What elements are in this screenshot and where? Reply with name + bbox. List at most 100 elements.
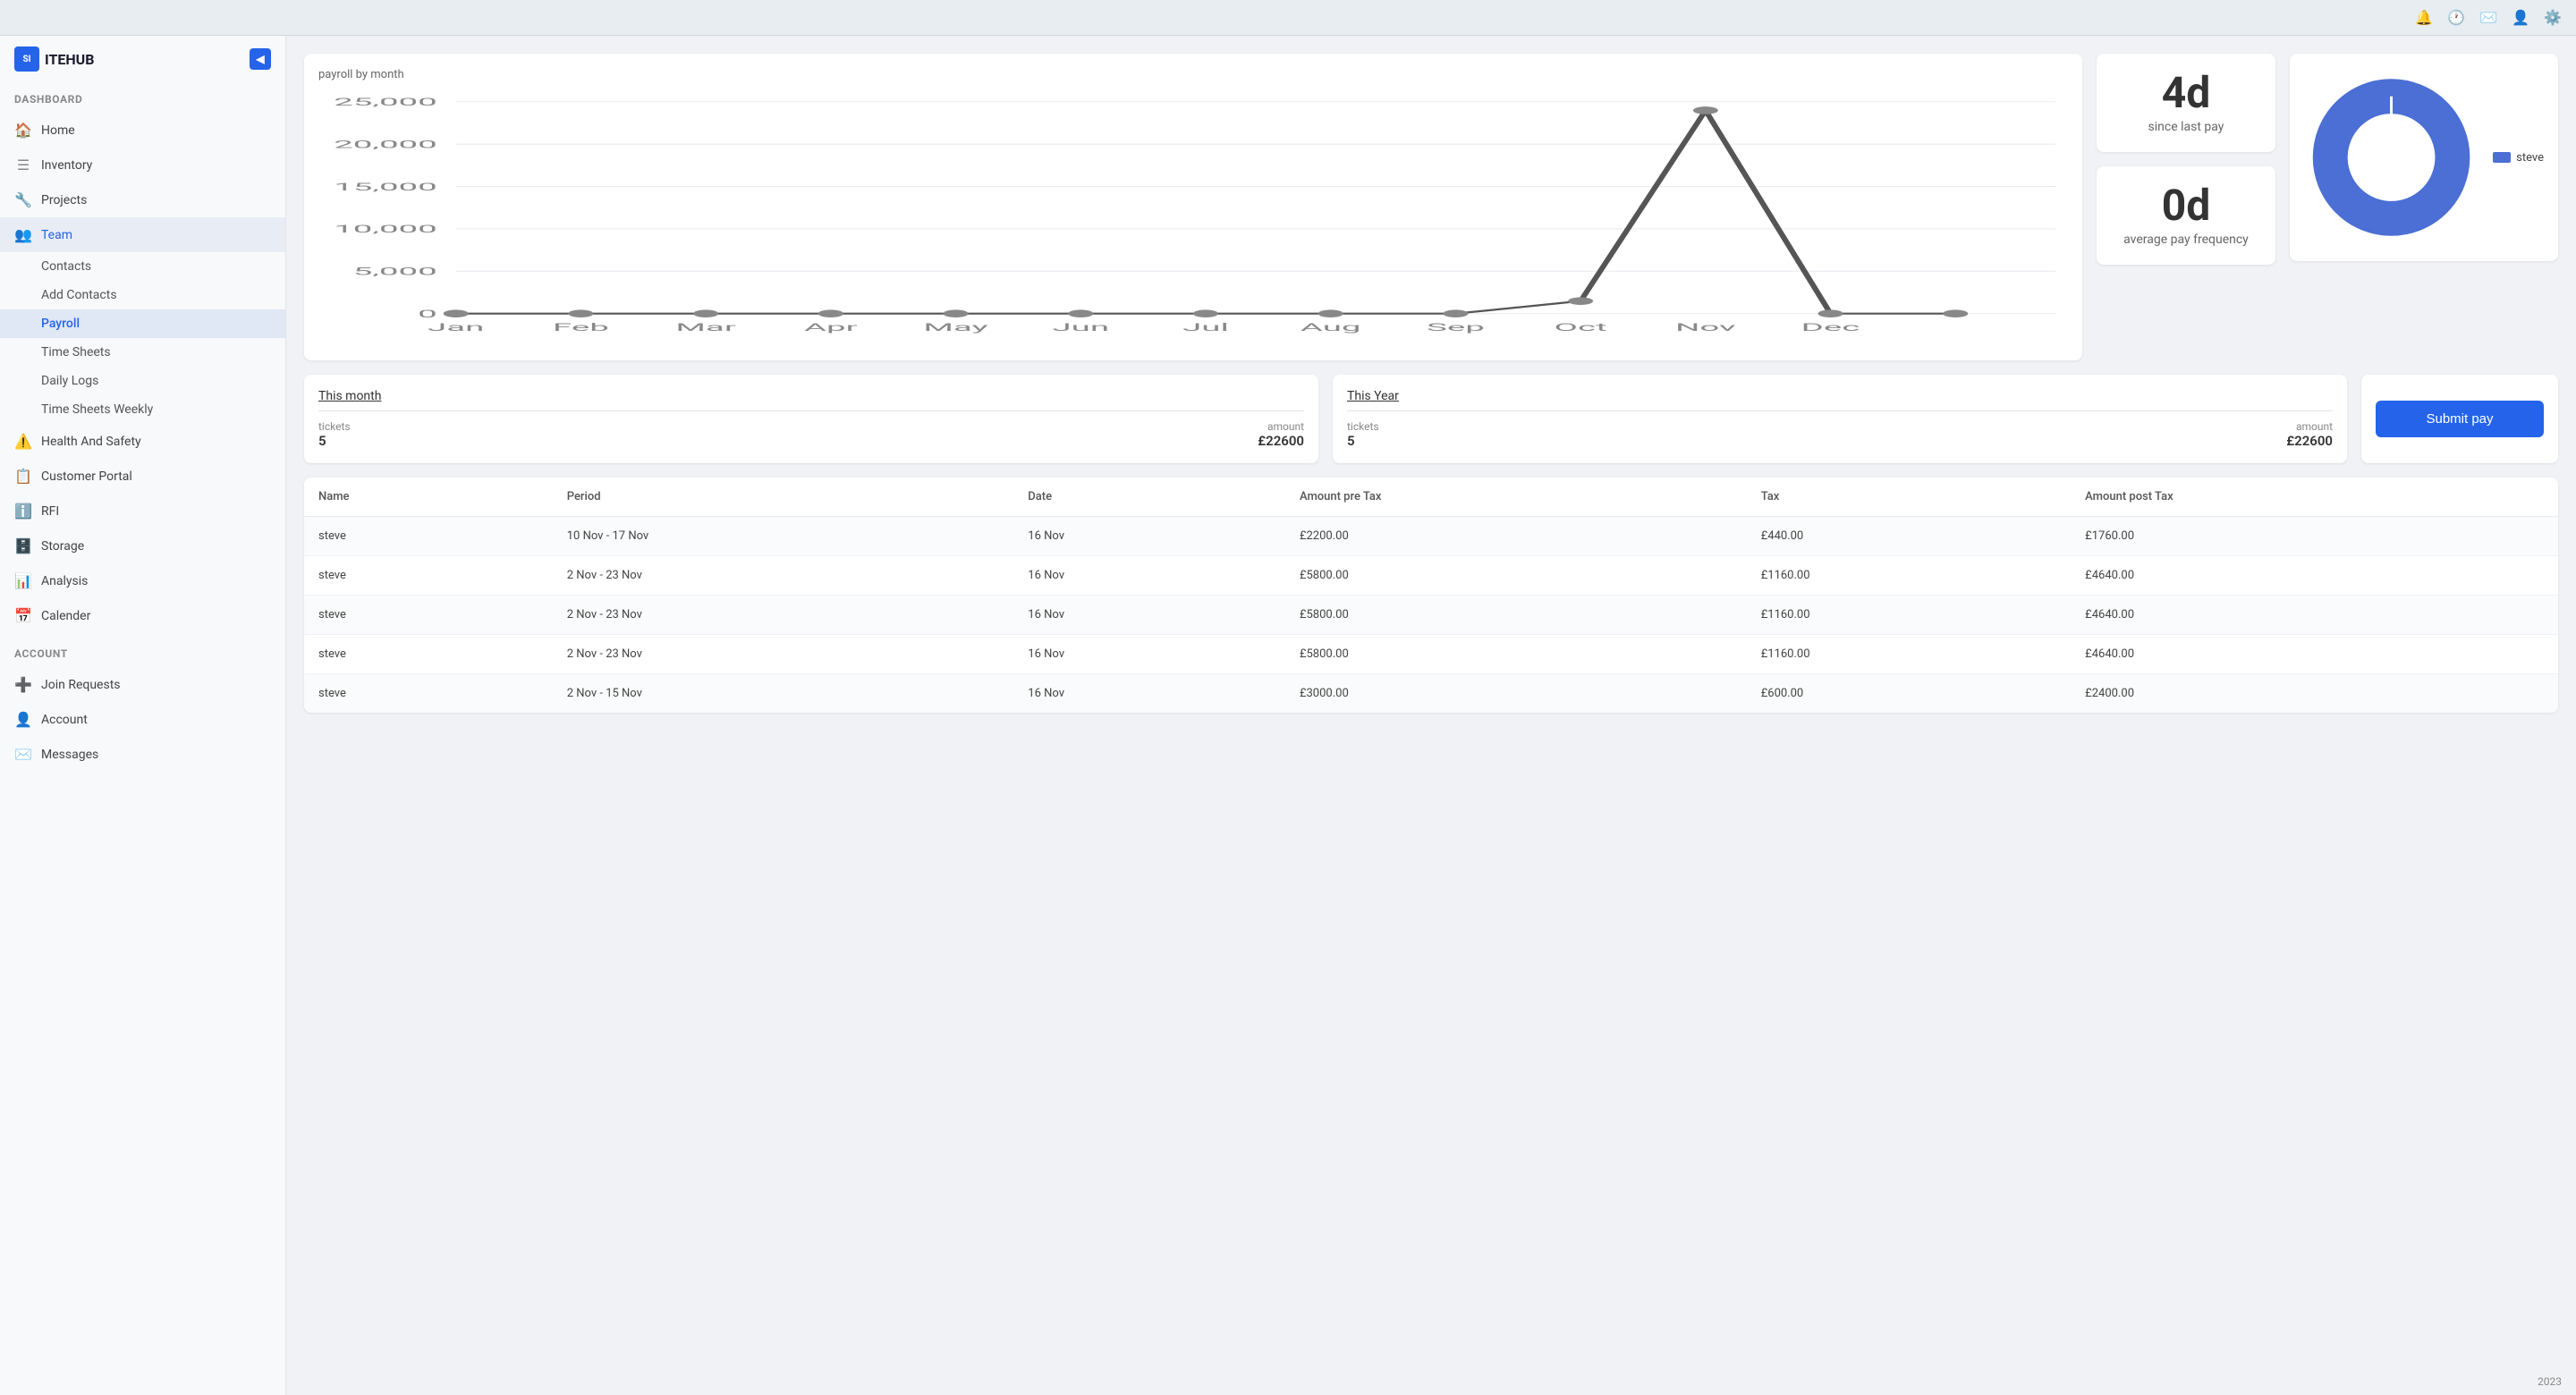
health-safety-icon: ⚠️ — [14, 433, 32, 450]
cell-name: steve — [304, 556, 553, 596]
svg-text:20,000: 20,000 — [334, 139, 437, 151]
sidebar-item-team[interactable]: 👥 Team — [0, 217, 285, 252]
this-month-tickets-label: tickets — [318, 420, 808, 433]
cell-tax: £1160.00 — [1747, 596, 2071, 635]
sidebar-item-health-safety[interactable]: ⚠️ Health And Safety — [0, 424, 285, 459]
this-year-card: This Year tickets 5 amount £22600 — [1333, 375, 2347, 463]
cell-name: steve — [304, 517, 553, 556]
sidebar-item-messages[interactable]: ✉️ Messages — [0, 737, 285, 772]
sidebar-item-label: Projects — [41, 193, 87, 207]
daily-logs-label: Daily Logs — [41, 374, 98, 388]
submit-pay-button[interactable]: Submit pay — [2376, 401, 2544, 437]
svg-text:10,000: 10,000 — [334, 223, 437, 235]
sidebar-item-label: Storage — [41, 539, 84, 554]
svg-text:25,000: 25,000 — [334, 96, 437, 108]
account-icon: 👤 — [14, 711, 32, 728]
sidebar-item-home[interactable]: 🏠 Home — [0, 113, 285, 148]
home-icon: 🏠 — [14, 122, 32, 139]
cell-amount-pre: £5800.00 — [1285, 635, 1747, 674]
user-icon[interactable]: 👤 — [2512, 9, 2529, 26]
add-contacts-label: Add Contacts — [41, 288, 117, 302]
sidebar-toggle-button[interactable]: ◀ — [250, 48, 271, 70]
dashboard-section-label: DASHBOARD — [0, 79, 285, 113]
sidebar-item-rfi[interactable]: ℹ️ RFI — [0, 494, 285, 528]
contacts-label: Contacts — [41, 259, 91, 274]
submit-pay-card: Submit pay — [2361, 375, 2558, 463]
clock-icon[interactable]: 🕐 — [2447, 9, 2465, 26]
svg-text:5,000: 5,000 — [353, 266, 437, 278]
mail-icon[interactable]: ✉️ — [2479, 9, 2497, 26]
logo-text: ITEHUB — [45, 51, 94, 68]
legend-label-steve: steve — [2516, 151, 2544, 165]
sidebar-item-label: Analysis — [41, 574, 88, 588]
this-month-title[interactable]: This month — [318, 389, 1304, 411]
sidebar-item-label: RFI — [41, 504, 59, 519]
cell-period: 2 Nov - 23 Nov — [553, 556, 1014, 596]
since-last-pay-value: 4d — [2111, 72, 2261, 114]
svg-text:Oct: Oct — [1555, 321, 1607, 334]
table-row: steve 2 Nov - 23 Nov 16 Nov £5800.00 £11… — [304, 635, 2558, 674]
table-row: steve 2 Nov - 23 Nov 16 Nov £5800.00 £11… — [304, 596, 2558, 635]
sidebar-item-projects[interactable]: 🔧 Projects — [0, 182, 285, 217]
cell-name: steve — [304, 674, 553, 714]
this-year-title[interactable]: This Year — [1347, 389, 2333, 411]
svg-text:Mar: Mar — [675, 321, 736, 334]
team-icon: 👥 — [14, 226, 32, 243]
cell-period: 2 Nov - 15 Nov — [553, 674, 1014, 714]
cell-name: steve — [304, 635, 553, 674]
this-month-card: This month tickets 5 amount £22600 — [304, 375, 1318, 463]
cell-tax: £600.00 — [1747, 674, 2071, 714]
gear-icon[interactable]: ⚙️ — [2544, 9, 2562, 26]
sidebar-item-calender[interactable]: 📅 Calender — [0, 598, 285, 633]
svg-text:Sep: Sep — [1427, 321, 1485, 334]
sidebar-item-analysis[interactable]: 📊 Analysis — [0, 563, 285, 598]
svg-text:Dec: Dec — [1801, 321, 1860, 334]
sidebar-item-label: Calender — [41, 609, 90, 623]
sidebar-item-account[interactable]: 👤 Account — [0, 702, 285, 737]
top-row: payroll by month 25,000 20,000 15,000 10… — [304, 54, 2558, 360]
cell-amount-pre: £5800.00 — [1285, 596, 1747, 635]
table-body: steve 10 Nov - 17 Nov 16 Nov £2200.00 £4… — [304, 517, 2558, 714]
sidebar-item-customer-portal[interactable]: 📋 Customer Portal — [0, 459, 285, 494]
sidebar-item-storage[interactable]: 🗄️ Storage — [0, 528, 285, 563]
bell-icon[interactable]: 🔔 — [2415, 9, 2433, 26]
sidebar-sub-time-sheets[interactable]: Time Sheets — [0, 338, 285, 367]
top-header: 🔔 🕐 ✉️ 👤 ⚙️ — [0, 0, 2576, 36]
main-content-area: payroll by month 25,000 20,000 15,000 10… — [286, 0, 2576, 1395]
col-header-amount-post: Amount post Tax — [2071, 478, 2558, 517]
svg-text:Jun: Jun — [1052, 321, 1109, 334]
sidebar-item-inventory[interactable]: ☰ Inventory — [0, 148, 285, 182]
table-header-row: Name Period Date Amount pre Tax Tax Amou… — [304, 478, 2558, 517]
col-header-tax: Tax — [1747, 478, 2071, 517]
cell-tax: £440.00 — [1747, 517, 2071, 556]
customer-portal-icon: 📋 — [14, 468, 32, 485]
cell-amount-post: £2400.00 — [2071, 674, 2558, 714]
sidebar-sub-add-contacts[interactable]: Add Contacts — [0, 281, 285, 309]
time-sheets-label: Time Sheets — [41, 345, 111, 359]
sidebar-item-label: Health And Safety — [41, 435, 141, 449]
sidebar-item-label: Inventory — [41, 158, 92, 173]
cell-date: 16 Nov — [1013, 556, 1285, 596]
analysis-icon: 📊 — [14, 572, 32, 589]
this-month-amount-label: amount — [815, 420, 1304, 433]
svg-text:15,000: 15,000 — [334, 181, 437, 193]
sidebar-sub-contacts[interactable]: Contacts — [0, 252, 285, 281]
calender-icon: 📅 — [14, 607, 32, 624]
col-header-name: Name — [304, 478, 553, 517]
avg-pay-freq-label: average pay frequency — [2111, 232, 2261, 247]
this-month-tickets-value: 5 — [318, 433, 808, 449]
svg-text:0: 0 — [418, 308, 437, 320]
cell-period: 2 Nov - 23 Nov — [553, 635, 1014, 674]
cell-amount-pre: £2200.00 — [1285, 517, 1747, 556]
cell-amount-post: £4640.00 — [2071, 556, 2558, 596]
logo-icon: SI — [14, 46, 39, 72]
sidebar-sub-time-sheets-weekly[interactable]: Time Sheets Weekly — [0, 395, 285, 424]
legend-color-steve — [2493, 152, 2511, 163]
donut-card: steve — [2290, 54, 2558, 261]
cell-amount-pre: £3000.00 — [1285, 674, 1747, 714]
sidebar-item-join-requests[interactable]: ➕ Join Requests — [0, 667, 285, 702]
join-requests-icon: ➕ — [14, 676, 32, 693]
table-row: steve 2 Nov - 15 Nov 16 Nov £3000.00 £60… — [304, 674, 2558, 714]
sidebar-sub-payroll[interactable]: Payroll — [0, 309, 285, 338]
sidebar-sub-daily-logs[interactable]: Daily Logs — [0, 367, 285, 395]
